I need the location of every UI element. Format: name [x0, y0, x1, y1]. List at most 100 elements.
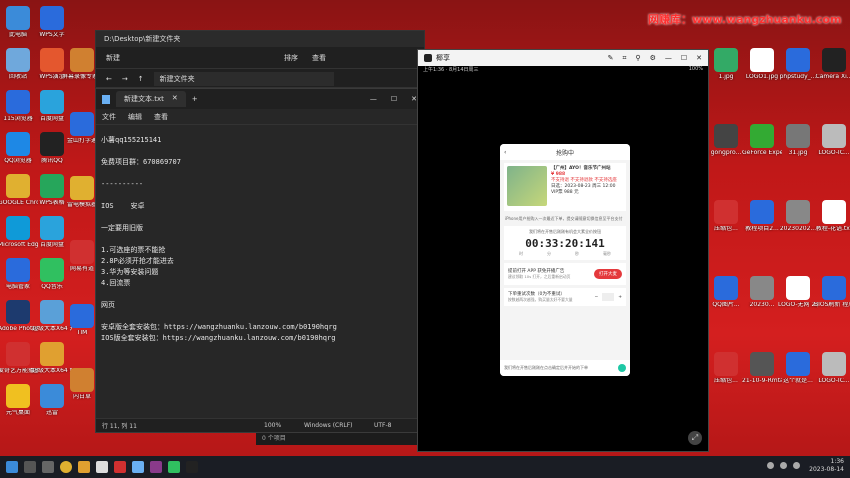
desktop-icon[interactable]: 压缩包... [706, 352, 746, 385]
menu-file[interactable]: 文件 [102, 112, 116, 122]
text-editor-area[interactable]: 小薯qq155215141 免费项目群：670869707 ---------- IO… [96, 125, 425, 354]
app-icon [70, 240, 94, 264]
app-icon [40, 258, 64, 282]
plus-icon[interactable]: + [618, 295, 622, 300]
retry-sub: 按数越两次越强，购买量太好不要大量 [508, 297, 573, 302]
explorer-address-row: ← → ↑ 新建文件夹 [96, 69, 424, 89]
desktop-icon-label: 20230202... [779, 226, 817, 232]
desktop-icon[interactable]: 这个就是... [778, 352, 818, 385]
desktop-icon[interactable]: Camera Xi... [814, 48, 850, 81]
text-line [101, 212, 420, 223]
task-view-icon[interactable] [42, 461, 54, 473]
text-line: 小薯qq155215141 [101, 136, 162, 144]
app-icon [70, 304, 94, 328]
desktop-icon[interactable]: 20230202... [778, 200, 818, 233]
close-icon[interactable]: ✕ [696, 54, 702, 63]
desktop-icon[interactable]: WPS文字 [32, 6, 72, 39]
desktop-icon-label: 迅雷 [45, 410, 58, 416]
maximize-icon[interactable]: ☐ [681, 54, 687, 63]
desktop-icon[interactable]: BIOS刷新 程序.exe [814, 276, 850, 309]
new-button[interactable]: 新建 [106, 53, 120, 63]
retry-value[interactable] [602, 293, 615, 301]
screenshot-icon[interactable]: ⌗ [622, 54, 626, 63]
add-tab-button[interactable]: + [192, 95, 198, 103]
minus-icon[interactable]: − [594, 295, 598, 300]
text-line: 4.回流票 [101, 279, 131, 287]
desktop-icon[interactable]: gongpro... [706, 124, 746, 157]
settings-icon[interactable]: ⚙ [650, 54, 656, 63]
sort-button[interactable]: 排序 [284, 53, 298, 63]
phone-statusbar: 上午1:36 · 8月14日周三 100% [418, 66, 708, 74]
countdown-units: 时 分 秒 毫秒 [507, 251, 623, 257]
desktop-icon[interactable]: LOGO-无网 2.png [778, 276, 818, 309]
open-app-button[interactable]: 打开大麦 [594, 269, 622, 279]
text-line: 一定要用旧版 [101, 224, 143, 232]
maximize-icon[interactable]: ☐ [391, 95, 397, 103]
view-button[interactable]: 查看 [312, 53, 326, 63]
explorer-status: 0 个项目 [256, 433, 426, 445]
fullscreen-icon[interactable]: ⤢ [688, 431, 702, 445]
start-icon[interactable] [6, 461, 18, 473]
clock[interactable]: 1:36 2023-08-14 [809, 458, 844, 474]
desktop-icon[interactable]: LOGO1.jpg [742, 48, 782, 81]
pen-icon[interactable]: ✎ [608, 54, 614, 63]
desktop-icon-label: WPS文字 [39, 32, 65, 38]
pin-icon[interactable]: ⚲ [635, 54, 640, 63]
app-icon [822, 352, 846, 376]
text-line: 免费项目群：670869707 [101, 158, 181, 166]
menu-view[interactable]: 查看 [154, 112, 168, 122]
desktop-icon[interactable]: 21-10-9-Rmtal [742, 352, 782, 385]
desktop-icon[interactable]: 1.jpg [706, 48, 746, 81]
notepad-window[interactable]: 新建文本.txt ✕ + — ☐ ✕ 文件 编辑 查看 小薯qq15521514… [95, 88, 426, 433]
tab-document[interactable]: 新建文本.txt ✕ [116, 91, 186, 107]
menu-edit[interactable]: 编辑 [128, 112, 142, 122]
up-arrow-icon[interactable]: ↑ [138, 75, 144, 83]
back-arrow-icon[interactable]: ← [106, 75, 112, 83]
file-explorer-icon[interactable] [78, 461, 90, 473]
app-icon [786, 200, 810, 224]
desktop-icon[interactable]: 压缩包... [706, 200, 746, 233]
app-icon [786, 276, 810, 300]
desktop-icon-label: 这个就是... [783, 378, 813, 384]
desktop-icon[interactable]: LOGO-IC... [814, 124, 850, 157]
file-explorer-window[interactable]: D:\Desktop\新建文件夹 新建 排序 查看 ← → ↑ 新建文件夹 [95, 30, 425, 88]
notepad-icon[interactable] [132, 461, 144, 473]
app-icon[interactable] [96, 461, 108, 473]
desktop-icon[interactable]: 教程-花语.txt [814, 200, 850, 233]
search-icon[interactable] [24, 461, 36, 473]
desktop-icon[interactable]: 教程项目2... [742, 200, 782, 233]
confirm-icon[interactable] [618, 364, 626, 372]
retry-stepper[interactable]: − + [594, 293, 622, 301]
phone-app-icon[interactable] [186, 461, 198, 473]
taskbar: 1:36 2023-08-14 [0, 456, 850, 478]
desktop-icon[interactable]: phpstudy_... [778, 48, 818, 81]
forward-arrow-icon[interactable]: → [122, 75, 128, 83]
desktop-icon-label: 教程-花语.txt [815, 226, 850, 232]
app-icon [750, 352, 774, 376]
desktop-icon[interactable]: 31.jpg [778, 124, 818, 157]
desktop-icon-label: GeForce Experience [742, 150, 782, 156]
winrar-icon[interactable] [150, 461, 162, 473]
app-icon [822, 48, 846, 72]
cursor-position: 行 11, 列 11 [102, 423, 137, 430]
phone-mirror-window[interactable]: 椰享 ✎ ⌗ ⚲ ⚙ — ☐ ✕ 上午1:36 · 8月14日周三 100% ‹… [417, 49, 709, 452]
retry-row: 下单重试次数（0为不重试） 按数越两次越强，购买量太好不要大量 − + [504, 288, 626, 306]
app-icon [70, 48, 94, 72]
close-tab-icon[interactable]: ✕ [172, 94, 178, 104]
minimize-icon[interactable]: — [665, 54, 672, 63]
video-icon[interactable] [114, 461, 126, 473]
notepad-icon [102, 94, 110, 104]
desktop-icon[interactable]: 20230... [742, 276, 782, 309]
explorer-toolbar: 新建 排序 查看 [96, 47, 424, 69]
minimize-icon[interactable]: — [370, 95, 377, 103]
address-bar[interactable]: 新建文件夹 [153, 72, 334, 86]
app-icon [70, 112, 94, 136]
show-info[interactable]: 【广州】AYO！音乐节广州站 ¥ 988 不支持退 不支持退款 不支持选座 日选… [504, 163, 626, 211]
back-icon[interactable]: ‹ [504, 149, 506, 156]
desktop-icon[interactable]: GeForce Experience [742, 124, 782, 157]
wechat-icon[interactable] [168, 461, 180, 473]
desktop-icon[interactable]: LOGO-IC... [814, 352, 850, 385]
chrome-icon[interactable] [60, 461, 72, 473]
desktop-icon-label: 压缩包... [714, 378, 738, 384]
desktop-icon[interactable]: QQ图片... [706, 276, 746, 309]
